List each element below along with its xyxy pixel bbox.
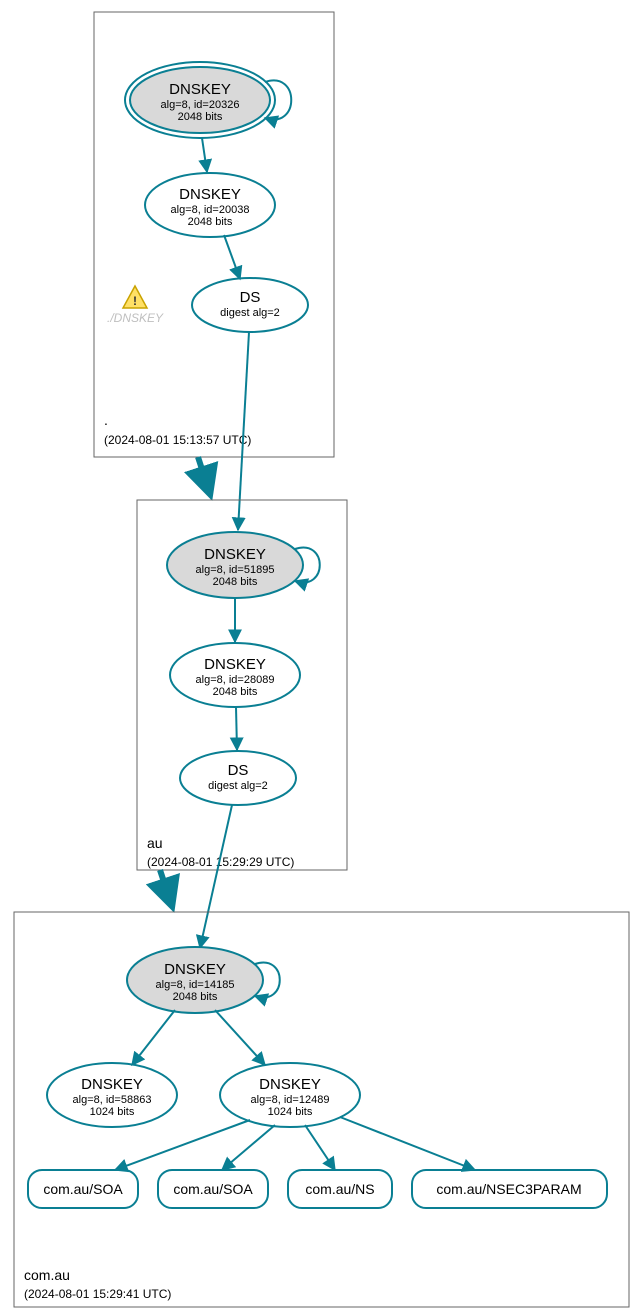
- node-root-ksk-alg: alg=8, id=20326: [161, 99, 240, 111]
- edge-com-ksk-to-zsk2: [215, 1010, 265, 1065]
- node-com-zsk1-alg: alg=8, id=58863: [73, 1094, 152, 1106]
- node-root-ds-title: DS: [240, 289, 261, 306]
- node-root-ksk: DNSKEY alg=8, id=20326 2048 bits: [125, 62, 275, 138]
- node-root-zsk: DNSKEY alg=8, id=20038 2048 bits: [145, 173, 275, 237]
- edge-com-zsk2-to-nsec: [340, 1117, 475, 1170]
- node-com-zsk1-bits: 1024 bits: [90, 1106, 135, 1118]
- node-au-ds-alg: digest alg=2: [208, 780, 268, 792]
- node-root-zsk-bits: 2048 bits: [188, 216, 233, 228]
- edge-com-zsk2-to-ns: [305, 1125, 335, 1170]
- node-au-ksk-bits: 2048 bits: [213, 576, 258, 588]
- node-au-zsk-alg: alg=8, id=28089: [196, 674, 275, 686]
- rrset-nsec3param-label: com.au/NSEC3PARAM: [436, 1181, 581, 1197]
- node-com-ksk-bits: 2048 bits: [173, 991, 218, 1003]
- node-root-zsk-title: DNSKEY: [179, 186, 241, 203]
- node-root-ds-alg: digest alg=2: [220, 307, 280, 319]
- rrset-soa-1-label: com.au/SOA: [43, 1181, 123, 1197]
- node-root-zsk-alg: alg=8, id=20038: [171, 204, 250, 216]
- edge-com-zsk2-to-soa2: [222, 1125, 275, 1170]
- node-root-ds: DS digest alg=2: [192, 278, 308, 332]
- edge-root-zsk-to-ds: [224, 235, 240, 279]
- edge-zone-au-to-comau: [160, 870, 172, 906]
- zone-root-time: (2024-08-01 15:13:57 UTC): [104, 433, 251, 447]
- node-com-zsk2-alg: alg=8, id=12489: [251, 1094, 330, 1106]
- edge-au-zsk-to-ds: [236, 707, 237, 750]
- node-com-zsk2: DNSKEY alg=8, id=12489 1024 bits: [220, 1063, 360, 1127]
- zone-au: au (2024-08-01 15:29:29 UTC) DNSKEY alg=…: [137, 500, 347, 870]
- node-com-zsk1-title: DNSKEY: [81, 1076, 143, 1093]
- zone-root: . (2024-08-01 15:13:57 UTC) DNSKEY alg=8…: [94, 12, 334, 457]
- node-root-ksk-bits: 2048 bits: [178, 111, 223, 123]
- zone-comau: com.au (2024-08-01 15:29:41 UTC) DNSKEY …: [14, 912, 629, 1307]
- svg-text:!: !: [133, 294, 137, 308]
- node-com-zsk2-title: DNSKEY: [259, 1076, 321, 1093]
- node-root-ksk-title: DNSKEY: [169, 81, 231, 98]
- node-root-warning: ! ./DNSKEY: [107, 286, 164, 325]
- node-root-warning-label: ./DNSKEY: [107, 311, 164, 325]
- edge-com-ksk-to-zsk1: [132, 1010, 175, 1065]
- node-au-ksk-title: DNSKEY: [204, 546, 266, 563]
- zone-root-name: .: [104, 412, 108, 428]
- edge-zone-root-to-au: [198, 457, 210, 494]
- dnssec-graph: . (2024-08-01 15:13:57 UTC) DNSKEY alg=8…: [0, 0, 643, 1312]
- rrset-nsec3param: com.au/NSEC3PARAM: [412, 1170, 607, 1208]
- node-au-zsk: DNSKEY alg=8, id=28089 2048 bits: [170, 643, 300, 707]
- node-com-zsk1: DNSKEY alg=8, id=58863 1024 bits: [47, 1063, 177, 1127]
- node-au-zsk-title: DNSKEY: [204, 656, 266, 673]
- node-au-ds-title: DS: [228, 762, 249, 779]
- edge-au-ds-to-com-ksk: [200, 805, 232, 948]
- zone-comau-name: com.au: [24, 1267, 70, 1283]
- node-com-ksk-title: DNSKEY: [164, 961, 226, 978]
- node-au-ksk-alg: alg=8, id=51895: [196, 564, 275, 576]
- zone-comau-time: (2024-08-01 15:29:41 UTC): [24, 1287, 171, 1301]
- node-au-ksk: DNSKEY alg=8, id=51895 2048 bits: [167, 532, 303, 598]
- node-au-ds: DS digest alg=2: [180, 751, 296, 805]
- rrset-soa-1: com.au/SOA: [28, 1170, 138, 1208]
- rrset-ns-label: com.au/NS: [305, 1181, 374, 1197]
- zone-au-name: au: [147, 835, 163, 851]
- node-com-ksk: DNSKEY alg=8, id=14185 2048 bits: [127, 947, 263, 1013]
- node-au-zsk-bits: 2048 bits: [213, 686, 258, 698]
- rrset-ns: com.au/NS: [288, 1170, 392, 1208]
- edge-root-ksk-to-zsk: [202, 138, 207, 172]
- rrset-soa-2: com.au/SOA: [158, 1170, 268, 1208]
- node-com-zsk2-bits: 1024 bits: [268, 1106, 313, 1118]
- node-com-ksk-alg: alg=8, id=14185: [156, 979, 235, 991]
- rrset-soa-2-label: com.au/SOA: [173, 1181, 253, 1197]
